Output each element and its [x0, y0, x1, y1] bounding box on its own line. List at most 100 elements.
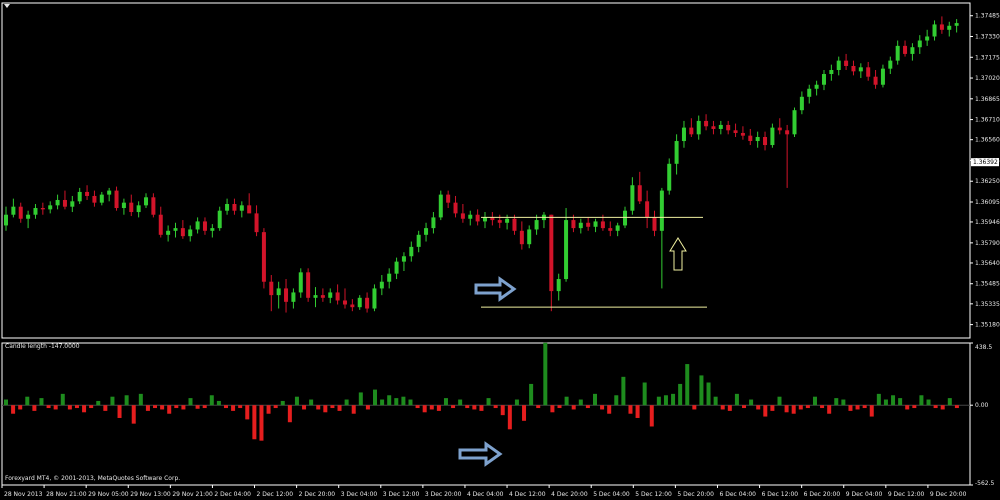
- candle-body: [711, 126, 716, 129]
- indicator-bar: [238, 405, 243, 409]
- price-tick-label: 1.36095: [975, 199, 1000, 206]
- indicator-bar: [671, 393, 676, 406]
- price-tick-label: 1.35180: [975, 322, 1000, 329]
- candle-body: [873, 76, 878, 85]
- indicator-bar: [805, 405, 810, 409]
- indicator-bar: [855, 405, 860, 410]
- indicator-bar: [642, 382, 647, 406]
- indicator-arrow-annotation: [458, 441, 503, 467]
- indicator-bar: [18, 405, 23, 410]
- candle-body: [696, 120, 701, 135]
- candle-body: [70, 201, 75, 207]
- candle-body: [858, 67, 863, 72]
- candle-body: [342, 300, 347, 305]
- indicator-bar: [25, 396, 30, 406]
- indicator-bar: [734, 393, 739, 406]
- candle-body: [704, 120, 709, 127]
- candle-body: [276, 288, 281, 296]
- candle-body: [659, 190, 664, 231]
- candle-body: [261, 232, 266, 282]
- candle-body: [608, 228, 613, 231]
- indicator-bar: [53, 405, 58, 410]
- candle-body: [320, 295, 325, 298]
- candle-body: [121, 202, 126, 209]
- indicator-bar: [607, 405, 612, 414]
- indicator-bar: [174, 405, 179, 409]
- indicator-bar: [493, 405, 498, 409]
- indicator-bar: [926, 399, 931, 406]
- price-tick-label: 1.36710: [975, 117, 1000, 124]
- chart-menu-icon[interactable]: [4, 4, 10, 8]
- indicator-bar: [415, 405, 420, 409]
- indicator-bar: [742, 405, 747, 409]
- candle-body: [844, 60, 849, 66]
- candle-body: [578, 222, 583, 229]
- candle-body: [453, 202, 458, 214]
- candle-body: [623, 210, 628, 226]
- candle-body: [910, 47, 915, 54]
- indicator-bar: [678, 383, 683, 406]
- candle-body: [210, 228, 215, 231]
- candle-body: [556, 279, 561, 292]
- time-tick-label: 9 Dec 04:00: [846, 491, 883, 498]
- candle-body: [114, 190, 119, 209]
- candle-body: [785, 130, 790, 135]
- indicator-bar: [592, 393, 597, 406]
- candle-body: [254, 213, 259, 233]
- indicator-bar: [713, 396, 718, 406]
- time-tick-label: 29 Nov 21:00: [172, 491, 213, 498]
- indicator-bar: [160, 405, 165, 410]
- candle-body: [689, 127, 694, 135]
- candle-body: [144, 197, 149, 206]
- time-tick-label: 4 Dec 12:00: [509, 491, 546, 498]
- indicator-bar: [380, 399, 385, 406]
- candle-body: [158, 214, 163, 235]
- indicator-axis: 438.5 0.00 -562.5: [970, 342, 995, 487]
- indicator-bar: [472, 405, 477, 410]
- indicator-bar: [898, 398, 903, 406]
- time-tick-label: 5 Dec 12:00: [635, 491, 672, 498]
- indicator-bar: [522, 405, 527, 421]
- candle-body: [239, 205, 244, 211]
- candle-body: [637, 185, 642, 202]
- footer-copyright: Forexyard MT4, © 2001-2013, MetaQuotes S…: [5, 475, 180, 482]
- indicator-bar: [571, 405, 576, 410]
- candle-body: [939, 24, 944, 30]
- candle-body: [483, 217, 487, 222]
- candle-body: [954, 23, 959, 26]
- candle-body: [814, 84, 819, 89]
- time-tick-label: 4 Dec 04:00: [467, 491, 504, 498]
- indicator-bar: [252, 405, 257, 440]
- candle-body: [372, 288, 377, 309]
- candle-body: [917, 40, 922, 48]
- candle-body: [313, 295, 318, 298]
- indicator-bar: [465, 405, 470, 409]
- indicator-bar: [153, 405, 158, 409]
- candle-body: [357, 297, 362, 308]
- indicator-bar: [919, 395, 924, 406]
- candle-body: [652, 217, 657, 231]
- indicator-bar: [280, 400, 285, 406]
- indicator-bar: [373, 389, 378, 406]
- candle-body: [497, 220, 502, 223]
- indicator-bar: [550, 405, 555, 413]
- indicator-bar: [820, 405, 825, 409]
- indicator-bar: [621, 376, 626, 406]
- candle-body: [770, 127, 775, 146]
- indicator-bar: [330, 405, 335, 409]
- indicator-bar: [60, 393, 65, 406]
- candle-body: [62, 199, 67, 207]
- price-chart: 1.37485 1.37330 1.37175 1.37020 1.36865 1.367…: [1, 2, 1000, 498]
- candle-body: [232, 204, 237, 211]
- indicator-bar: [649, 405, 654, 427]
- time-tick-label: 2 Dec 20:00: [299, 491, 336, 498]
- indicator-bar: [578, 399, 583, 406]
- indicator-bar: [245, 405, 250, 420]
- indicator-bar: [479, 405, 484, 411]
- candle-body: [807, 88, 812, 97]
- candle-body: [681, 127, 686, 142]
- indicator-bar: [89, 405, 94, 409]
- indicator-bar: [883, 399, 888, 406]
- indicator-bar: [103, 405, 108, 411]
- candle-body: [33, 208, 38, 215]
